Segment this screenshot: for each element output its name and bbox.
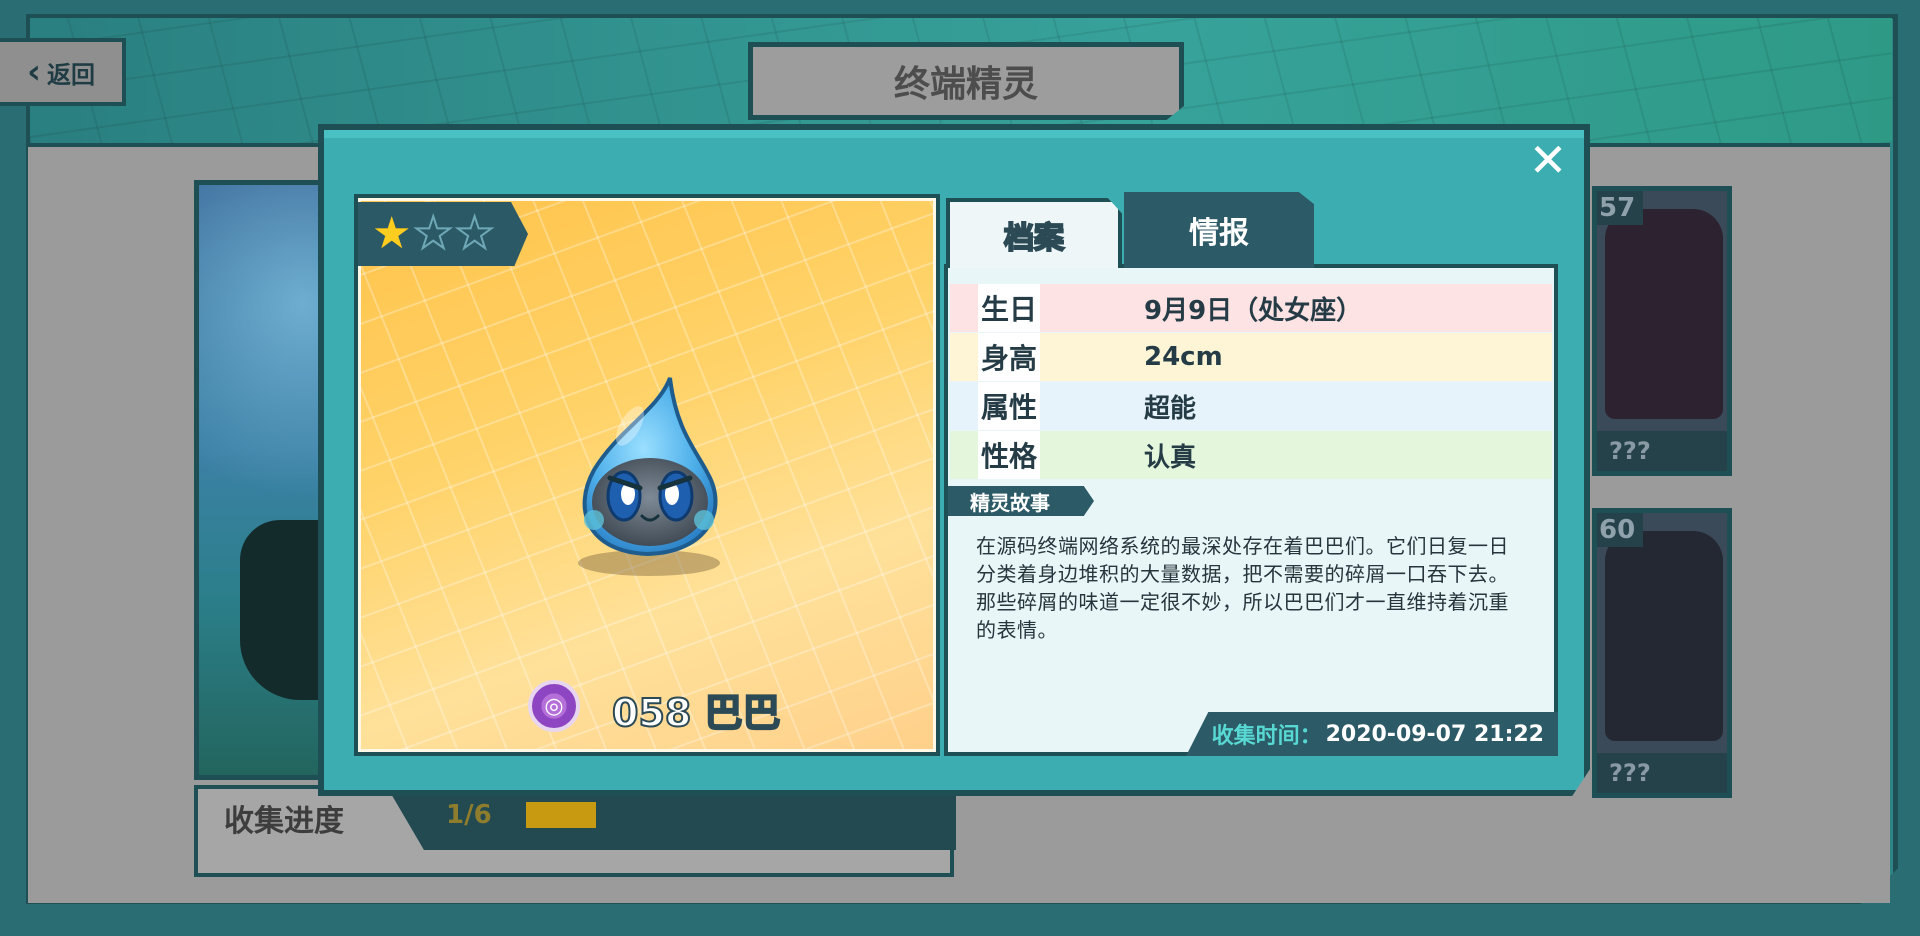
- locked-spirit-silhouette: [1605, 209, 1723, 419]
- story-text: 在源码终端网络系统的最深处存在着巴巴们。它们日复一日分类着身边堆积的大量数据，把…: [976, 534, 1509, 642]
- profile-row-birthday: 生日 9月9日（处女座）: [950, 284, 1552, 332]
- collect-time-value: 2020-09-07 21:22: [1325, 721, 1544, 747]
- profile-value: 认真: [1144, 442, 1197, 473]
- star-empty-icon: ★: [454, 208, 495, 259]
- spirit-card-locked[interactable]: 57 ???: [1592, 186, 1732, 476]
- profile-key: 身高: [978, 333, 1040, 381]
- profile-table: 生日 9月9日（处女座） 身高 24cm 属性 超能 性格 认真: [950, 284, 1552, 480]
- collect-time-bar: 收集时间： 2020-09-07 21:22: [1186, 712, 1558, 756]
- profile-row-personality: 性格 认真: [950, 431, 1552, 479]
- tab-archive[interactable]: 档案: [946, 198, 1122, 268]
- star-empty-icon: ★: [412, 208, 453, 259]
- spirit-card-locked[interactable]: 60 ???: [1592, 508, 1732, 798]
- modal-highlight: [324, 130, 1584, 138]
- baba-creature-illustration: [582, 377, 718, 557]
- spirit-name: ???: [1597, 753, 1727, 793]
- star-filled-icon: ★: [372, 208, 412, 259]
- profile-key: 生日: [978, 284, 1040, 332]
- psychic-element-icon: ◎: [528, 680, 580, 732]
- spirit-number: 57: [1597, 191, 1644, 225]
- collect-time-label: 收集时间：: [1211, 724, 1322, 749]
- chevron-left-icon: ‹: [26, 52, 41, 92]
- story-title: 精灵故事: [948, 486, 1094, 516]
- profile-key: 属性: [978, 382, 1040, 430]
- spirit-name: ???: [1597, 431, 1727, 471]
- profile-key: 性格: [978, 431, 1040, 479]
- star-rating: ★ ★ ★: [358, 202, 528, 266]
- creature-number-name: 058 巴巴: [611, 690, 782, 736]
- close-icon[interactable]: ✕: [1526, 137, 1570, 183]
- collection-progress-fill: [526, 802, 596, 828]
- spirit-number: 60: [1597, 513, 1644, 547]
- back-label: 返回: [47, 60, 95, 89]
- collection-progress-count: 1/6: [446, 800, 492, 830]
- profile-value: 超能: [1144, 393, 1197, 424]
- page-title: 终端精灵: [748, 42, 1184, 120]
- profile-value: 9月9日（处女座）: [1144, 295, 1363, 326]
- back-button[interactable]: ‹ 返回: [0, 38, 126, 106]
- spirit-silhouette: [240, 520, 330, 700]
- profile-value: 24cm: [1144, 342, 1223, 372]
- profile-row-height: 身高 24cm: [950, 333, 1552, 381]
- collection-progress-label: 收集进度: [224, 804, 344, 839]
- tab-intel[interactable]: 情报: [1124, 192, 1314, 268]
- profile-row-attribute: 属性 超能: [950, 382, 1552, 430]
- locked-spirit-silhouette: [1605, 531, 1723, 741]
